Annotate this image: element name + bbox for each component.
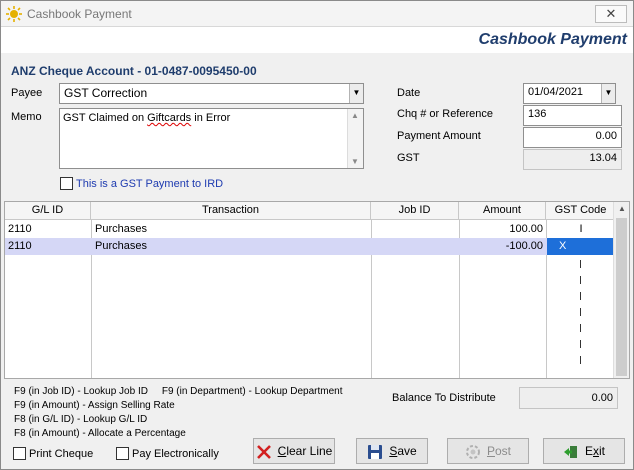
hint-line: F9 (in Amount) - Assign Selling Rate [14,400,175,411]
payee-combo[interactable]: GST Correction ▼ [59,83,364,104]
col-header-gl-id[interactable]: G/L ID [5,202,91,220]
close-icon: ✕ [605,6,617,21]
keyboard-hints: F9 (in Job ID) - Lookup Job ID F9 (in De… [14,385,342,441]
grid-dash-mark [580,356,581,364]
gst-amount-value: 13.04 [589,152,617,164]
grid-dash-mark [580,276,581,284]
account-name: ANZ Cheque Account - 01-0487-0095450-00 [11,64,257,78]
cell-amount[interactable]: 100.00 [460,221,546,238]
chq-reference-input[interactable]: 136 [523,105,622,126]
banner-title: Cashbook Payment [478,31,627,48]
clear-line-button[interactable]: Clear Line [253,438,335,464]
payment-amount-value: 0.00 [595,130,617,142]
chq-value: 136 [528,108,547,120]
memo-misspelled-word: Giftcards [147,112,192,124]
date-value: 01/04/2021 [528,86,584,98]
scroll-down-icon[interactable]: ▼ [351,157,359,166]
close-button[interactable]: ✕ [595,5,627,23]
cell-gl-id[interactable]: 2110 [5,238,91,255]
chq-label: Chq # or Reference [397,108,493,120]
grid-dash-mark [580,292,581,300]
floppy-disk-icon [368,444,383,459]
table-row[interactable]: 2110 Purchases 100.00 I [5,221,615,238]
gst-ird-label: This is a GST Payment to IRD [76,178,224,190]
cell-amount[interactable]: -100.00 [460,238,546,255]
gst-ird-checkbox[interactable] [60,177,73,190]
balance-field: 0.00 [519,387,618,409]
payment-amount-label: Payment Amount [397,130,481,142]
scroll-thumb[interactable] [616,218,627,376]
scroll-up-icon[interactable]: ▲ [618,204,626,213]
payee-dropdown-arrow[interactable]: ▼ [349,84,363,103]
col-header-amount[interactable]: Amount [459,202,546,220]
post-gear-icon [465,444,480,459]
memo-text-prefix: GST Claimed on [63,112,148,124]
grid-dash-mark [580,308,581,316]
grid-header: G/L ID Transaction Job ID Amount GST Cod… [5,202,615,220]
balance-value: 0.00 [591,392,613,404]
cell-job-id[interactable] [372,221,459,238]
sun-app-icon [6,6,22,22]
post-button[interactable]: Post [447,438,529,464]
grid-scrollbar[interactable]: ▲ [613,202,629,378]
exit-door-icon [563,445,577,458]
col-header-transaction[interactable]: Transaction [91,202,371,220]
print-cheque-checkbox[interactable] [13,447,26,460]
col-header-gst-code[interactable]: GST Code [546,202,615,220]
cell-gst-code[interactable]: I [547,221,615,238]
gst-amount-field: 13.04 [523,149,622,170]
memo-label: Memo [11,111,42,123]
window-title: Cashbook Payment [27,7,132,21]
red-x-icon [256,444,271,459]
title-bar: Cashbook Payment ✕ [1,1,633,27]
col-header-job-id[interactable]: Job ID [371,202,459,220]
date-label: Date [397,87,421,99]
cell-gst-code-active[interactable]: X [547,238,615,255]
memo-scrollbar[interactable]: ▲ ▼ [347,109,363,168]
pay-electronically-checkbox[interactable] [116,447,129,460]
grid-dash-mark [580,324,581,332]
header-banner: Cashbook Payment [1,27,633,53]
date-dropdown-arrow[interactable]: ▼ [601,84,615,103]
exit-button[interactable]: Exit [543,438,625,464]
grid-dash-mark [580,340,581,348]
date-picker[interactable]: 01/04/2021 ▼ [523,83,616,104]
payee-label: Payee [11,87,43,99]
transactions-grid[interactable]: G/L ID Transaction Job ID Amount GST Cod… [4,201,630,379]
cashbook-payment-window: Cashbook Payment ✕ Cashbook Payment ANZ … [0,0,634,470]
payee-value: GST Correction [64,86,148,100]
pay-electronically-label: Pay Electronically [132,448,219,460]
cell-transaction[interactable]: Purchases [92,238,371,255]
save-button[interactable]: Save [356,438,428,464]
hint-line: F9 (in Job ID) - Lookup Job ID F9 (in De… [14,386,343,397]
balance-label: Balance To Distribute [392,392,496,404]
gst-label: GST [397,152,420,164]
scroll-up-icon[interactable]: ▲ [351,111,359,120]
hint-line: F8 (in G/L ID) - Lookup G/L ID [14,414,148,425]
cell-job-id[interactable] [372,238,459,255]
cell-transaction[interactable]: Purchases [92,221,371,238]
memo-text-suffix: in Error [191,112,231,124]
table-row-selected[interactable]: 2110 Purchases -100.00 X [5,238,615,255]
print-cheque-label: Print Cheque [29,448,94,460]
memo-textarea[interactable]: GST Claimed on Giftcards in Error ▲ ▼ [59,108,364,169]
cell-gl-id[interactable]: 2110 [5,221,91,238]
grid-dash-mark [580,260,581,268]
payment-amount-input[interactable]: 0.00 [523,127,622,148]
